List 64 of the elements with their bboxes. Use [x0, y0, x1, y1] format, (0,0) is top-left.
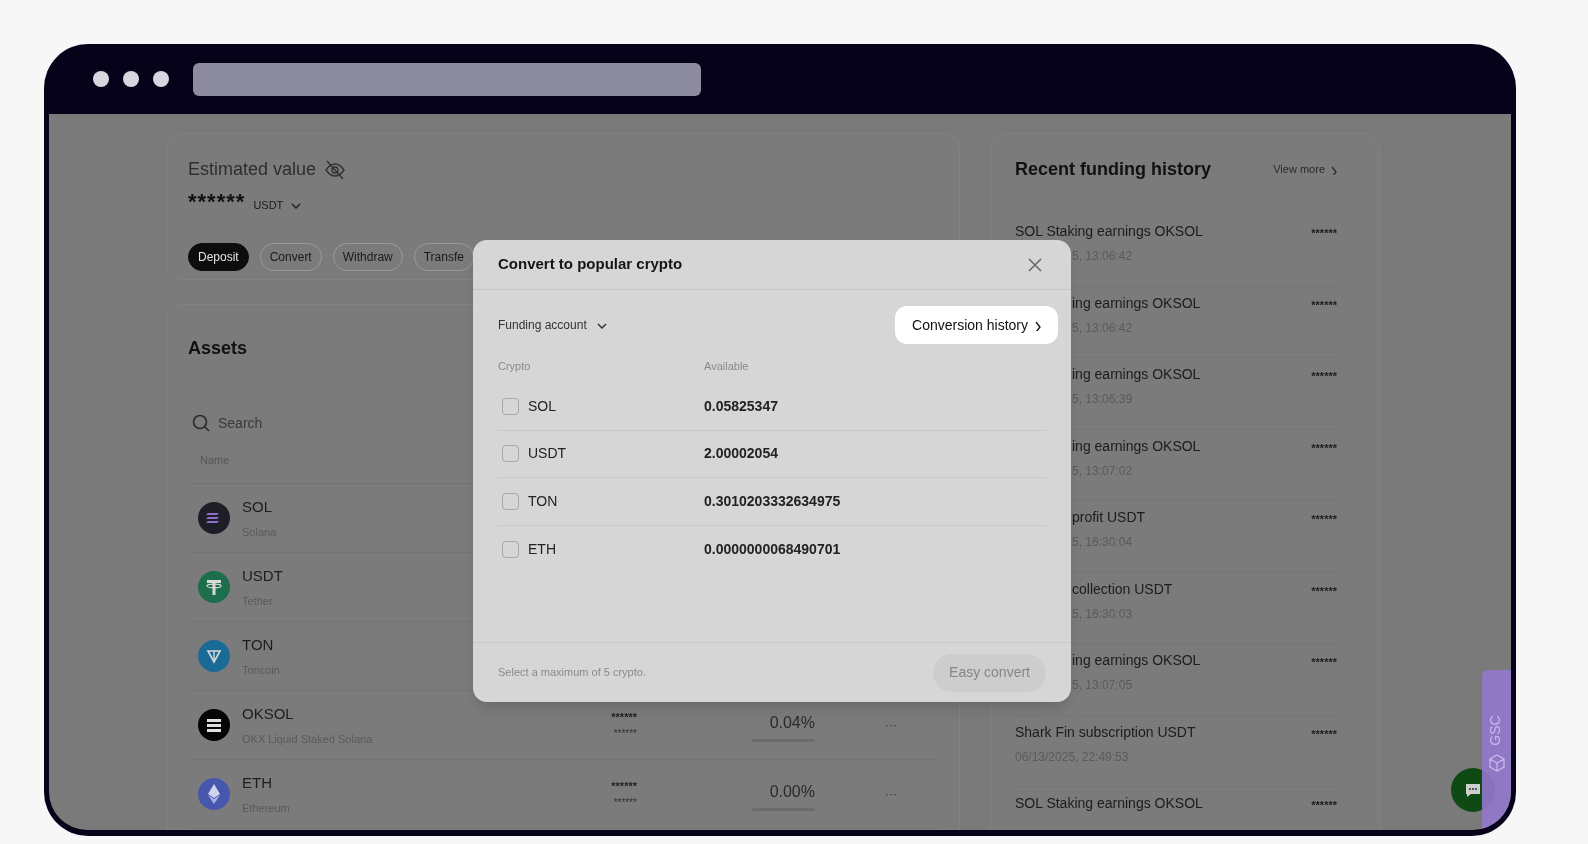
- history-amount: ******: [1311, 798, 1337, 813]
- balance-label: Estimated value: [188, 158, 317, 181]
- history-title: ing earnings OKSOL: [1072, 436, 1201, 456]
- account-selector[interactable]: Funding account: [498, 316, 607, 334]
- more-menu[interactable]: ···: [885, 716, 897, 734]
- dialog-title: Convert to popular crypto: [498, 254, 683, 275]
- balance-subtext: ******: [613, 729, 637, 739]
- history-title: ing earnings OKSOL: [1072, 365, 1201, 384]
- asset-symbol: USDT: [242, 566, 283, 586]
- checkbox[interactable]: [502, 540, 519, 558]
- rate-text: 0.00%: [769, 781, 815, 802]
- history-title: SOL Staking earnings OKSOL: [1015, 794, 1203, 813]
- history-title: ing earnings OKSOL: [1072, 293, 1201, 313]
- currency-selector[interactable]: USDT: [253, 196, 302, 213]
- balance-subtext: ******: [613, 798, 637, 808]
- column-header: Available: [704, 358, 749, 374]
- available-amount: 2.00002054: [704, 444, 778, 464]
- cube-icon: [1487, 754, 1506, 772]
- history-amount: ******: [1311, 369, 1337, 384]
- history-amount: ******: [1311, 297, 1337, 313]
- history-title: SOL Staking earnings OKSOL: [1015, 222, 1203, 241]
- asset-symbol: OKSOL: [242, 704, 294, 724]
- checkbox[interactable]: [502, 397, 519, 415]
- balance-text: ******: [611, 711, 637, 723]
- history-amount: ******: [1311, 512, 1337, 527]
- search-icon: [192, 414, 210, 432]
- history-amount: ******: [1311, 583, 1337, 599]
- crypto-symbol: USDT: [528, 444, 567, 464]
- search-field[interactable]: Search: [188, 408, 448, 438]
- available-amount: 0.3010203332634975: [704, 491, 841, 511]
- side-tab[interactable]: GSC: [1482, 670, 1511, 830]
- eye-off-icon[interactable]: [324, 158, 347, 181]
- history-amount: ******: [1311, 440, 1337, 456]
- available-amount: 0.05825347: [704, 396, 778, 416]
- available-amount: 0.0000000068490701: [704, 539, 841, 559]
- checkbox[interactable]: [502, 492, 519, 510]
- side-tab-label: GSC: [1485, 715, 1504, 746]
- hint-text: Select a maximum of 5 crypto.: [498, 665, 646, 681]
- rate-text: 0.04%: [769, 712, 815, 733]
- history-amount: ******: [1311, 226, 1337, 241]
- section-title: Assets: [188, 337, 249, 360]
- more-menu[interactable]: ···: [885, 785, 897, 803]
- crypto-symbol: TON: [528, 491, 558, 511]
- asset-symbol: TON: [242, 635, 274, 655]
- history-amount: ******: [1311, 655, 1337, 670]
- checkbox[interactable]: [502, 445, 519, 463]
- view-more-link[interactable]: View more: [1273, 161, 1337, 178]
- balance-text: ******: [611, 780, 637, 792]
- history-title: Shark Fin subscription USDT: [1015, 722, 1196, 742]
- balance-value: ******: [188, 191, 246, 213]
- close-icon: [1027, 256, 1043, 273]
- conversion-history-button[interactable]: Conversion history: [895, 306, 1058, 344]
- crypto-symbol: ETH: [528, 539, 556, 559]
- section-title: Recent funding history: [1015, 158, 1211, 181]
- history-amount: ******: [1311, 726, 1337, 742]
- crypto-symbol: SOL: [528, 396, 556, 416]
- history-title: collection USDT: [1072, 579, 1173, 599]
- asset-symbol: ETH: [242, 773, 272, 793]
- address-bar[interactable]: [193, 62, 701, 96]
- asset-symbol: SOL: [242, 497, 272, 517]
- history-title: profit USDT: [1072, 508, 1146, 527]
- action-button[interactable]: Deposit: [188, 243, 249, 271]
- column-header: Crypto: [498, 358, 532, 374]
- history-title: ing earnings OKSOL: [1072, 651, 1201, 670]
